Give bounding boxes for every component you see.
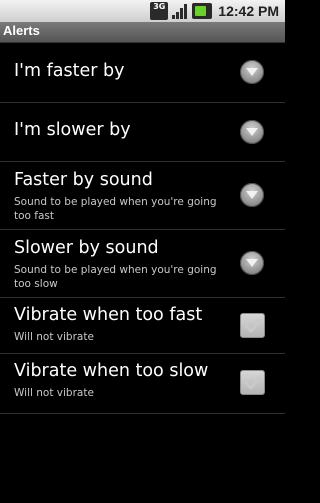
- preference-title: Vibrate when too fast: [14, 305, 203, 325]
- preference-title: Vibrate when too slow: [14, 361, 209, 381]
- preference-item-slower-by-sound[interactable]: Slower by sound Sound to be played when …: [0, 230, 285, 298]
- preference-item-faster-by-sound[interactable]: Faster by sound Sound to be played when …: [0, 162, 285, 230]
- vibrate-too-slow-checkbox[interactable]: [240, 370, 265, 395]
- preference-list: I'm faster by I'm slower by Faster by so…: [0, 43, 285, 414]
- preference-title: Slower by sound: [14, 238, 159, 258]
- status-icons: 3G 12:42 PM: [150, 1, 279, 21]
- preference-title: I'm slower by: [14, 120, 131, 140]
- battery-icon: [192, 3, 213, 19]
- dropdown-icon[interactable]: [240, 60, 264, 84]
- signal-strength-icon: [172, 3, 188, 19]
- preference-summary: Sound to be played when you're going too…: [14, 196, 217, 222]
- network-3g-icon: 3G: [150, 2, 169, 20]
- dropdown-icon[interactable]: [240, 251, 264, 275]
- dropdown-icon[interactable]: [240, 183, 264, 207]
- title-bar: Alerts: [0, 22, 285, 43]
- preference-title: I'm faster by: [14, 61, 125, 81]
- preference-summary: Sound to be played when you're going too…: [14, 264, 217, 290]
- network-label: 3G: [153, 2, 166, 11]
- vibrate-too-fast-checkbox[interactable]: [240, 313, 265, 338]
- preference-item-faster-by[interactable]: I'm faster by: [0, 43, 285, 103]
- preference-summary: Will not vibrate: [14, 387, 94, 399]
- preference-summary: Will not vibrate: [14, 331, 94, 343]
- dropdown-icon[interactable]: [240, 120, 264, 144]
- preference-item-vibrate-too-fast[interactable]: Vibrate when too fast Will not vibrate: [0, 298, 285, 354]
- status-bar: 3G 12:42 PM: [0, 0, 285, 22]
- preference-item-vibrate-too-slow[interactable]: Vibrate when too slow Will not vibrate: [0, 354, 285, 414]
- clock: 12:42 PM: [218, 3, 279, 19]
- preference-item-slower-by[interactable]: I'm slower by: [0, 103, 285, 162]
- preference-title: Faster by sound: [14, 170, 153, 190]
- page-title: Alerts: [3, 23, 40, 38]
